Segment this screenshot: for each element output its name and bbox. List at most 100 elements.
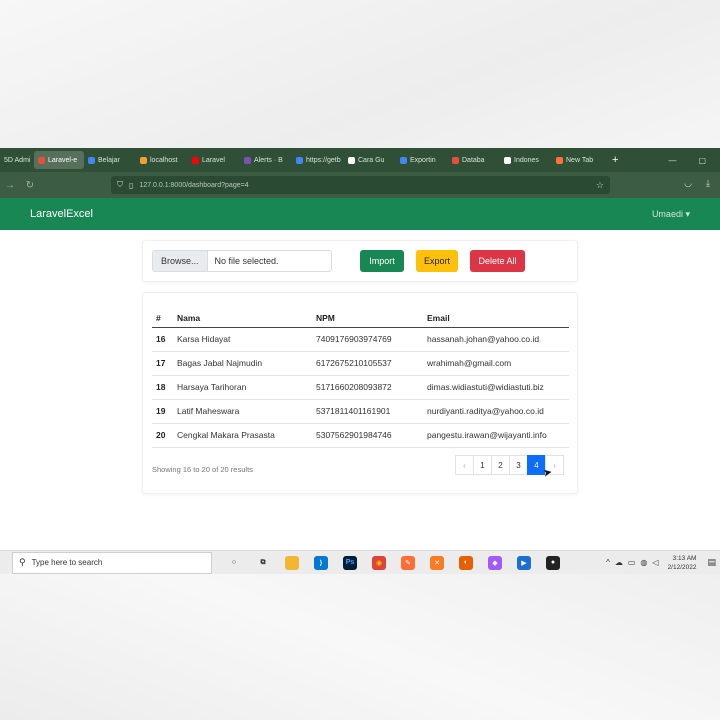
browser-tab[interactable]: Laravel	[188, 151, 240, 169]
media-icon[interactable]: ▶	[517, 555, 531, 570]
chrome-icon[interactable]: ◉	[372, 555, 386, 570]
cell-num: 18	[152, 375, 177, 400]
tab-favicon-icon	[556, 156, 563, 164]
table-row: 20 Cengkal Makara Prasasta 5307562901984…	[152, 423, 569, 448]
user-name: Umaedi	[651, 208, 683, 219]
browser-navbar: → ↻ ⛉ ▯ 127.0.0.1:8000/dashboard?page=4 …	[0, 172, 720, 198]
browser-tab[interactable]: Laravel-e✕	[34, 151, 84, 169]
cell-npm: 5307562901984746	[316, 423, 427, 448]
github-icon[interactable]: ●	[546, 555, 560, 570]
minimize-icon[interactable]: —	[668, 156, 676, 165]
volume-icon[interactable]: ◁	[652, 558, 658, 567]
tab-favicon-icon	[38, 156, 45, 164]
table-row: 17 Bagas Jabal Najmudin 6172675210105537…	[152, 351, 569, 376]
cell-nama: Latif Maheswara	[177, 399, 316, 424]
browser-tab-strip: 5D AdmiLaravel-e✕ Belajar localhost Laravel…	[0, 148, 720, 172]
pagination-page-3[interactable]: 3	[509, 455, 528, 475]
tab-label: Cara Gu	[358, 156, 385, 164]
chevron-up-icon[interactable]: ^	[606, 558, 610, 567]
header-nama: Nama	[177, 309, 316, 328]
file-explorer-icon[interactable]	[285, 555, 299, 570]
pagination-page-1[interactable]: 1	[473, 455, 492, 475]
vscode-icon[interactable]: ⟩	[314, 555, 328, 570]
address-bar[interactable]: ⛉ ▯ 127.0.0.1:8000/dashboard?page=4 ☆	[111, 176, 610, 194]
tab-label: Exportin	[410, 156, 436, 164]
cell-nama: Bagas Jabal Najmudin	[177, 351, 316, 376]
close-window-icon[interactable]: ▢	[698, 156, 706, 165]
browser-tab[interactable]: Belajar	[84, 151, 136, 169]
tab-favicon-icon	[348, 156, 355, 164]
user-dropdown[interactable]: Umaedi ▾	[652, 209, 690, 220]
upload-card: Browse... No file selected. Import Expor…	[142, 240, 578, 282]
postman-icon[interactable]: ✎	[401, 555, 415, 570]
shield-icon: ⛉	[117, 180, 123, 189]
pagination-page-2[interactable]: 2	[491, 455, 510, 475]
new-tab-button[interactable]: +	[604, 154, 626, 166]
table-row: 16 Karsa Hidayat 7409176903974769 hassan…	[152, 327, 569, 352]
page-icon: ▯	[129, 180, 134, 190]
tab-favicon-icon	[504, 156, 511, 164]
window-controls: — ▢	[668, 156, 720, 165]
delete-all-button[interactable]: Delete All	[470, 250, 525, 272]
bookmark-star-icon[interactable]: ☆	[596, 180, 604, 191]
reload-icon[interactable]: ↻	[20, 180, 40, 191]
notification-icon[interactable]: ▤	[707, 557, 716, 568]
forward-icon[interactable]: →	[0, 180, 20, 191]
tab-favicon-icon	[296, 156, 303, 164]
firefox-icon[interactable]: ◐	[459, 555, 473, 570]
browser-tab[interactable]: Alerts · B	[240, 151, 292, 169]
taskbar-apps: ○ ⧉ ⟩ Ps ◉ ✎ ✕ ◐ ◆ ▶ ●	[212, 555, 560, 570]
browser-tab[interactable]: Databa	[448, 151, 500, 169]
tab-label: Laravel-e	[48, 156, 78, 164]
browser-tab[interactable]: Cara Gu	[344, 151, 396, 169]
network-icon[interactable]: ◍	[640, 558, 647, 567]
task-view-icon[interactable]: ⧉	[256, 555, 270, 570]
header-num: #	[152, 309, 177, 328]
tab-label: Alerts · B	[254, 156, 283, 164]
cell-num: 19	[152, 399, 177, 424]
tab-favicon-icon	[400, 156, 407, 164]
browser-tab[interactable]: New Tab	[552, 151, 604, 169]
browser-toolbar-right: ◡ ⤓	[684, 178, 710, 189]
cell-nama: Cengkal Makara Prasasta	[177, 423, 316, 448]
table-row: 18 Harsaya Tarihoran 5171660208093872 di…	[152, 375, 569, 400]
cell-npm: 6172675210105537	[316, 351, 427, 376]
tab-favicon-icon	[140, 156, 147, 164]
cell-num: 20	[152, 423, 177, 448]
cell-npm: 5171660208093872	[316, 375, 427, 400]
cortana-icon[interactable]: ○	[227, 555, 241, 570]
file-input[interactable]: Browse... No file selected.	[152, 250, 332, 272]
pocket-icon[interactable]: ◡	[684, 178, 692, 189]
downloads-icon[interactable]: ⤓	[706, 178, 710, 189]
figma-icon[interactable]: ◆	[488, 555, 502, 570]
tab-label: localhost	[150, 156, 178, 164]
export-button[interactable]: Export	[416, 250, 458, 272]
browser-tab[interactable]: localhost	[136, 151, 188, 169]
cell-nama: Karsa Hidayat	[177, 327, 316, 352]
browser-tab[interactable]: 5D Admi	[0, 151, 34, 169]
xampp-icon[interactable]: ✕	[430, 555, 444, 570]
clock[interactable]: 3:13 AM 2/12/2022	[664, 554, 703, 572]
battery-icon[interactable]: ▭	[628, 558, 636, 567]
photoshop-icon[interactable]: Ps	[343, 555, 357, 570]
cell-email: wrahimah@gmail.com	[427, 351, 569, 376]
tab-favicon-icon	[192, 156, 199, 164]
tab-label: 5D Admi	[4, 156, 31, 164]
cell-email: hassanah.johan@yahoo.co.id	[427, 327, 569, 352]
taskbar-search[interactable]: ⚲ Type here to search	[12, 551, 212, 574]
tab-label: Indones	[514, 156, 539, 164]
search-icon: ⚲	[19, 557, 26, 567]
table-row: 19 Latif Maheswara 5371811401161901 nurd…	[152, 399, 569, 424]
cell-num: 17	[152, 351, 177, 376]
browser-tab[interactable]: Indones	[500, 151, 552, 169]
browser-tab[interactable]: https://getb	[292, 151, 344, 169]
import-button[interactable]: Import	[360, 250, 404, 272]
browse-button[interactable]: Browse...	[153, 251, 208, 271]
table-card: # Nama NPM Email 16 Karsa Hidayat 740917…	[142, 292, 578, 494]
pagination-prev[interactable]: ‹	[455, 455, 474, 475]
cloud-icon[interactable]: ☁	[615, 558, 623, 567]
start-button[interactable]	[0, 551, 12, 574]
brand-link[interactable]: LaravelExcel	[30, 208, 93, 220]
browser-tab[interactable]: Exportin	[396, 151, 448, 169]
clock-date: 2/12/2022	[667, 563, 697, 571]
